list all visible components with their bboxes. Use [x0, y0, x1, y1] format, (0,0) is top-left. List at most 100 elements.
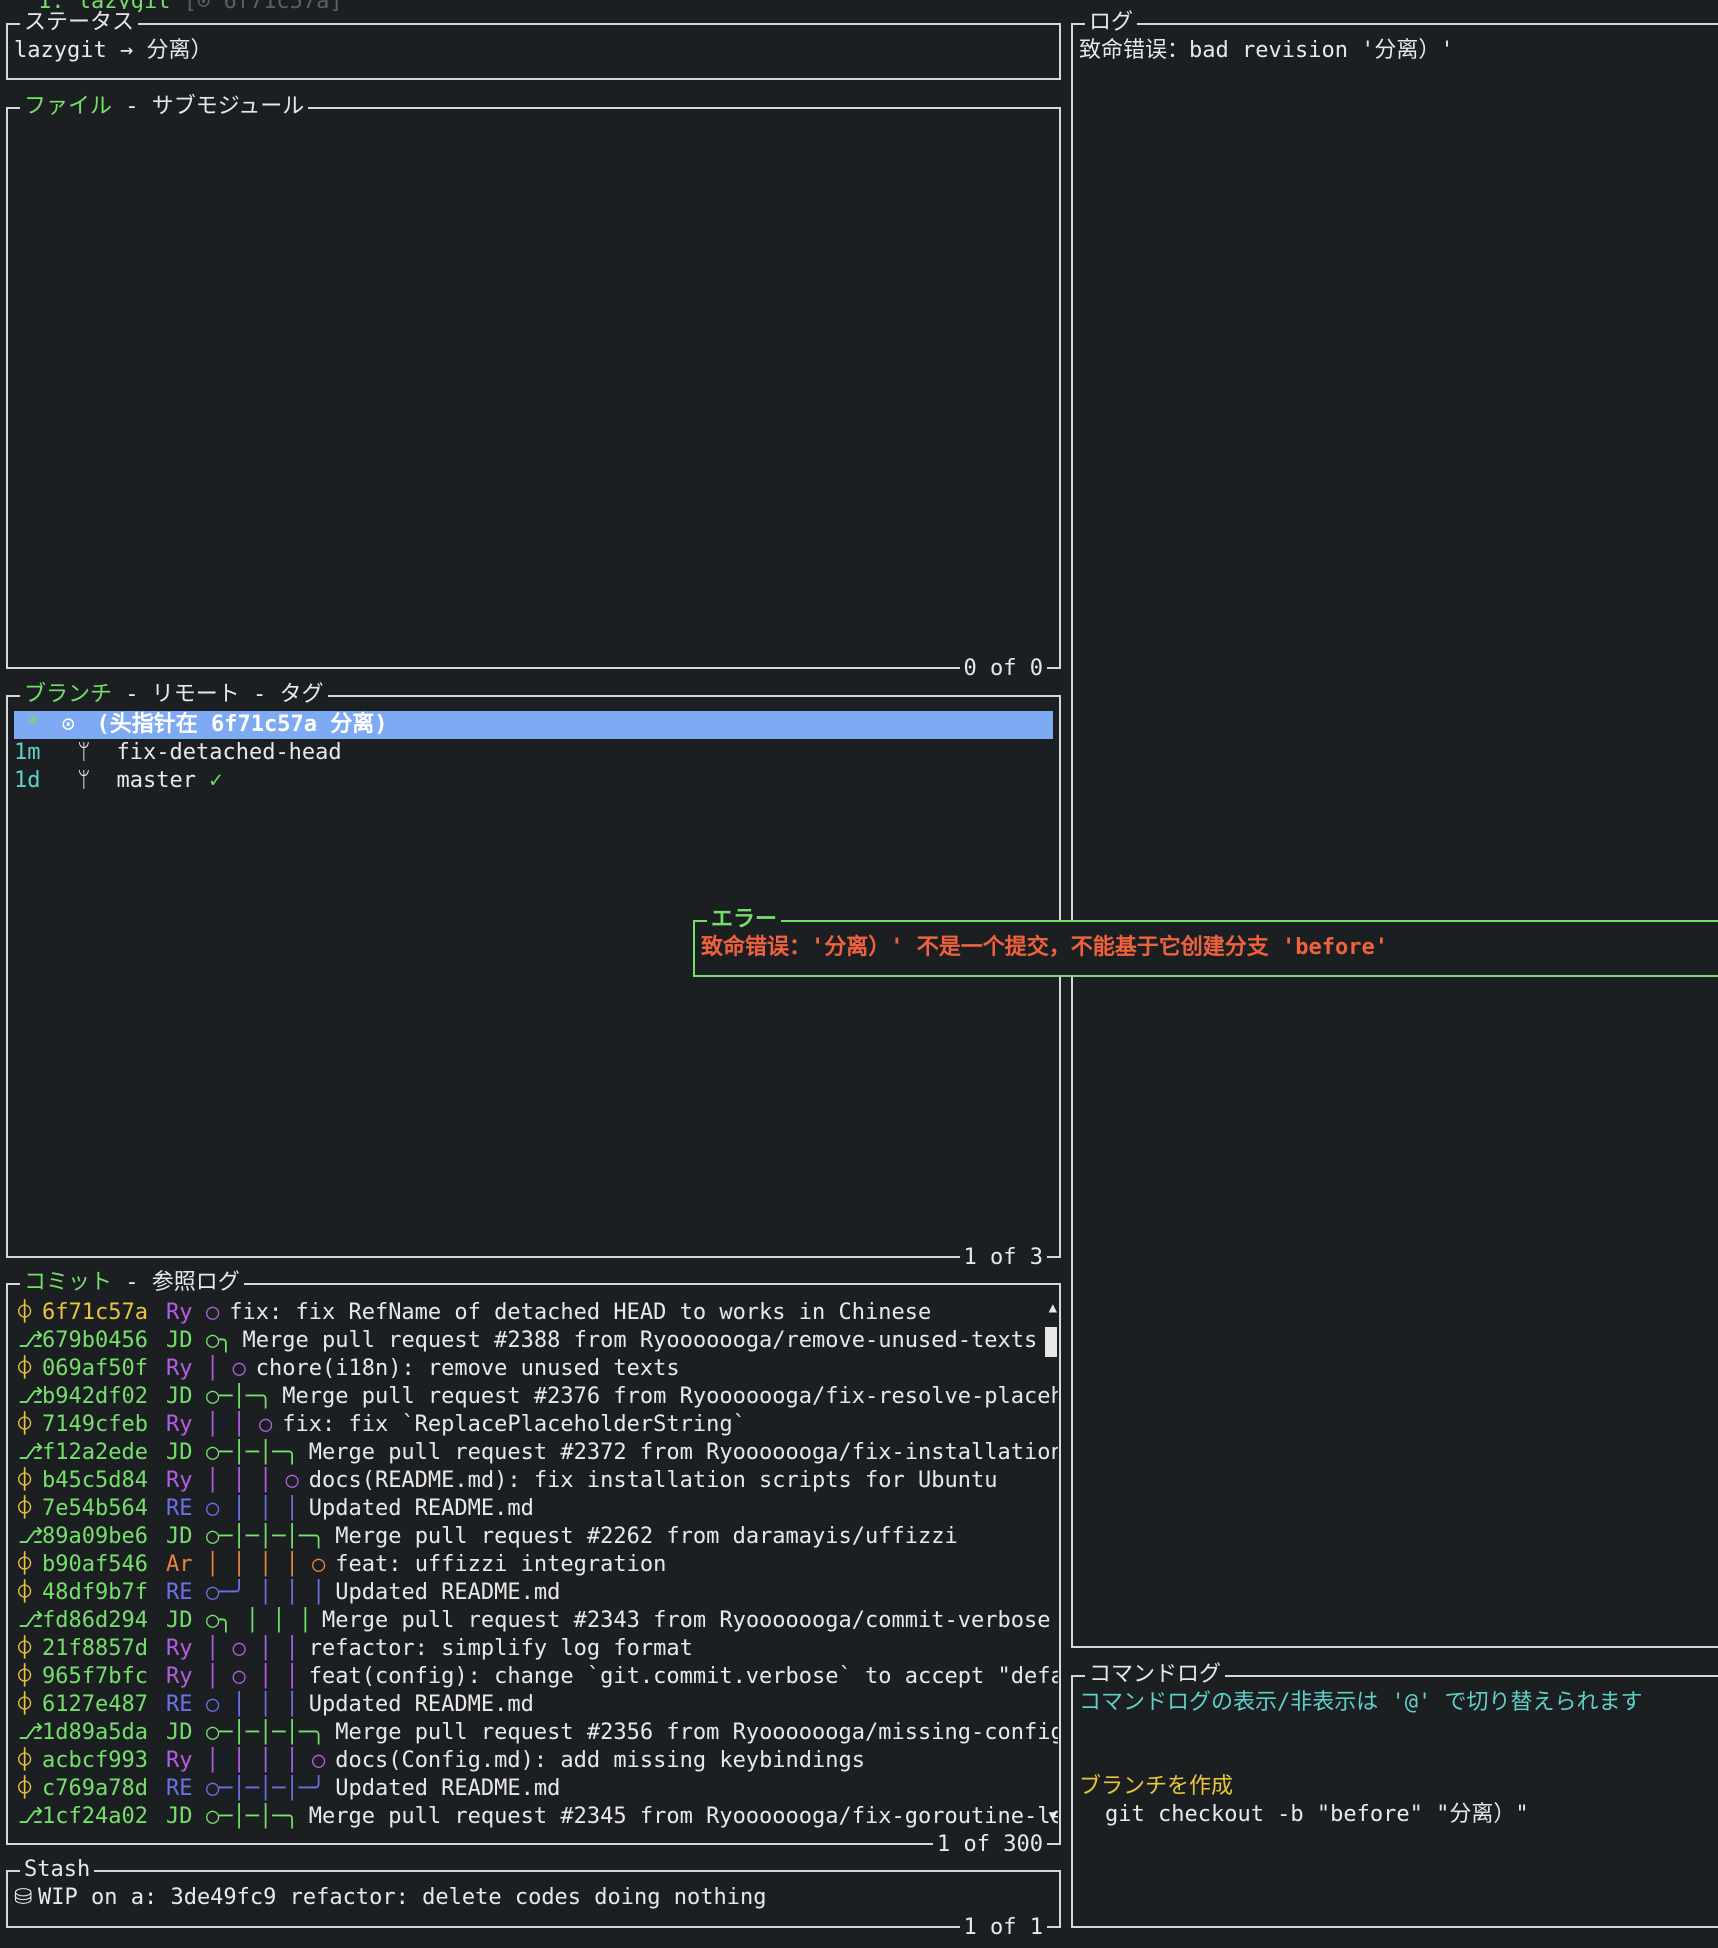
commit-row[interactable]: ⌽ 7e54b564 RE ○ │ │ │ Updated README.md: [18, 1495, 1058, 1523]
merge-commit-icon: ⎇: [18, 1524, 44, 1549]
tab-files[interactable]: ファイル: [24, 94, 112, 119]
commit-author: Ry: [166, 1468, 193, 1493]
commit-graph: │ ○: [206, 1356, 246, 1381]
commit-author: Ry: [166, 1300, 193, 1325]
commit-author: Ry: [166, 1748, 193, 1773]
stash-text: WIP on a: 3de49fc9 refactor: delete code…: [38, 1885, 767, 1910]
commit-row[interactable]: ⎇1cf24a02 JD ○─│─│─╮ Merge pull request #23…: [18, 1803, 1058, 1831]
commit-hash: 679b0456: [42, 1328, 148, 1353]
commit-message: Merge pull request #2343 from Ryooooooga…: [321, 1608, 1051, 1633]
scroll-down-icon[interactable]: ▼: [1049, 1809, 1057, 1823]
merge-commit-icon: ⎇: [18, 1328, 44, 1353]
commit-row[interactable]: ⎇f12a2ede JD ○─│─│─╮ Merge pull request #23…: [18, 1439, 1058, 1467]
commit-row[interactable]: ⎇b942df02 JD ○─│─╮ Merge pull request #2376…: [18, 1383, 1058, 1411]
commit-graph: │ ○ │ │: [206, 1664, 299, 1689]
commit-row[interactable]: ⌽ c769a78d RE ○─│─│─│─╯ Updated README.md: [18, 1775, 1058, 1803]
scroll-up-icon[interactable]: ▲: [1049, 1301, 1057, 1315]
commit-graph: ○─│─│─╮: [206, 1804, 299, 1829]
commit-row[interactable]: ⌽ 965f7bfc Ry │ ○ │ │ feat(config): change `…: [18, 1663, 1058, 1691]
branch-item-fix-detached-head[interactable]: 1m ᛘ fix-detached-head: [14, 739, 1053, 767]
commit-graph: ○─╯ │ │ │: [206, 1580, 326, 1605]
commit-author: Ry: [166, 1412, 193, 1437]
scrollbar-thumb[interactable]: [1045, 1327, 1057, 1357]
commit-author: RE: [166, 1580, 193, 1605]
commit-hash: 6127e487: [42, 1692, 148, 1717]
commit-message: Merge pull request #2372 from Ryooooooga…: [308, 1440, 1058, 1465]
commit-row[interactable]: ⌽ 21f8857d Ry │ ○ │ │ refactor: simplify log…: [18, 1635, 1058, 1663]
commit-row[interactable]: ⌽ 48df9b7f RE ○─╯ │ │ │ Updated README.md: [18, 1579, 1058, 1607]
branch-icon: ᛘ: [77, 740, 91, 765]
stash-panel[interactable]: Stash ⛁ WIP on a: 3de49fc9 refactor: dele…: [6, 1856, 1061, 1942]
commit-row[interactable]: ⌽ b45c5d84 Ry │ │ │ ○ docs(README.md): fix i…: [18, 1467, 1058, 1495]
commit-message: feat(config): change `git.commit.verbose…: [308, 1664, 1058, 1689]
files-panel[interactable]: ファイル - サブモジュール 0 of 0: [6, 93, 1061, 683]
merge-commit-icon: ⎇: [18, 1804, 44, 1829]
commit-row[interactable]: ⌽ 6127e487 RE ○ │ │ │ Updated README.md: [18, 1691, 1058, 1719]
commit-hash: 48df9b7f: [42, 1580, 148, 1605]
commit-hash: 7e54b564: [42, 1496, 148, 1521]
commit-message: fix: fix RefName of detached HEAD to wor…: [229, 1300, 932, 1325]
commit-row[interactable]: ⎇89a09be6 JD ○─│─│─│─╮ Merge pull request #…: [18, 1523, 1058, 1551]
command-log-title: コマンドログ: [1085, 1661, 1226, 1689]
commits-panel[interactable]: コミット - 参照ログ ⌽ 6f71c57a Ry ○ fix: fix RefName…: [6, 1269, 1061, 1859]
branch-item-detached[interactable]: * ⊙ (头指针在 6f71c57a 分离): [14, 711, 1053, 739]
commit-row[interactable]: ⎇679b0456 JD ○╮ Merge pull request #2388 fr…: [18, 1327, 1058, 1355]
commit-message: Updated README.md: [335, 1580, 561, 1605]
merge-commit-icon: ⎇: [18, 1384, 44, 1409]
stash-panel-title: Stash: [20, 1856, 95, 1884]
commit-icon: ⌽: [18, 1300, 32, 1325]
commit-row[interactable]: ⌽ acbcf993 Ry │ │ │ │ ○ docs(Config.md): add…: [18, 1747, 1058, 1775]
tab-submodules[interactable]: - サブモジュール: [112, 94, 304, 119]
stash-icon: ⛁: [14, 1885, 33, 1910]
commit-author: JD: [166, 1328, 193, 1353]
commit-graph: │ │ ○: [206, 1412, 273, 1437]
commit-row[interactable]: ⎇fd86d294 JD ○╮ │ │ │ Merge pull request #2…: [18, 1607, 1058, 1635]
commit-hash: f12a2ede: [42, 1440, 148, 1465]
branch-age: 1d: [14, 768, 41, 793]
commit-author: JD: [166, 1440, 193, 1465]
files-panel-title: ファイル - サブモジュール: [20, 93, 309, 121]
tab-reflog[interactable]: - 参照ログ: [112, 1270, 240, 1295]
command-log-panel[interactable]: コマンドログ コマンドログの表示/非表示は '@' で切り替えられます ブランチ…: [1071, 1661, 1718, 1928]
commit-row[interactable]: ⌽ b90af546 Ar │ │ │ │ ○ feat: uffizzi integr…: [18, 1551, 1058, 1579]
branch-age: 1m: [14, 740, 41, 765]
command-log-action: ブランチを作成: [1079, 1774, 1234, 1799]
files-footer: 0 of 0: [959, 655, 1047, 683]
branch-item-master[interactable]: 1d ᛘ master ✓: [14, 767, 1053, 795]
commits-footer: 1 of 300: [933, 1831, 1047, 1859]
tab-commits[interactable]: コミット: [24, 1270, 112, 1295]
log-panel[interactable]: ログ 致命错误：bad revision '分离）': [1071, 9, 1718, 1648]
commit-row[interactable]: ⌽ 7149cfeb Ry │ │ ○ fix: fix `ReplacePlaceho…: [18, 1411, 1058, 1439]
commit-message: Updated README.md: [308, 1496, 534, 1521]
commit-hash: 1d89a5da: [42, 1720, 148, 1745]
stash-item[interactable]: ⛁ WIP on a: 3de49fc9 refactor: delete cod…: [14, 1884, 1053, 1912]
status-panel[interactable]: ステータス lazygit → 分离）: [6, 9, 1061, 80]
commit-hash: b90af546: [42, 1552, 148, 1577]
commit-hash: b45c5d84: [42, 1468, 148, 1493]
branches-panel-title: ブランチ - リモート - タグ: [20, 681, 328, 709]
commit-graph: │ │ │ │ ○: [206, 1552, 326, 1577]
detached-head-icon: ⊙: [61, 712, 75, 737]
checkmark-icon: ✓: [209, 768, 223, 793]
stash-footer: 1 of 1: [959, 1914, 1047, 1942]
log-text: 致命错误：bad revision '分离）': [1079, 38, 1454, 63]
error-popup[interactable]: エラー 致命错误：'分离）' 不是一个提交，不能基于它创建分支 'before': [693, 906, 1718, 977]
branch-name: master: [116, 768, 196, 793]
commit-row[interactable]: ⌽ 6f71c57a Ry ○ fix: fix RefName of detached…: [18, 1299, 1058, 1327]
commit-message: docs(README.md): fix installation script…: [308, 1468, 998, 1493]
command-log-command: git checkout -b "before" "分离）": [1105, 1802, 1529, 1827]
commit-row[interactable]: ⌽ 069af50f Ry │ ○ chore(i18n): remove unused…: [18, 1355, 1058, 1383]
merge-commit-icon: ⎇: [18, 1608, 44, 1633]
tab-remotes-tags[interactable]: - リモート - タグ: [112, 682, 323, 707]
tab-branches[interactable]: ブランチ: [24, 682, 112, 707]
commit-author: RE: [166, 1692, 193, 1717]
commit-icon: ⌽: [18, 1552, 32, 1577]
commit-graph: │ ○ │ │: [206, 1636, 299, 1661]
command-log-hint: コマンドログの表示/非表示は '@' で切り替えられます: [1079, 1690, 1643, 1715]
commit-list[interactable]: ⌽ 6f71c57a Ry ○ fix: fix RefName of detached…: [8, 1299, 1058, 1843]
commit-row[interactable]: ⎇1d89a5da JD ○─│─│─│─╮ Merge pull request #…: [18, 1719, 1058, 1747]
commit-hash: 89a09be6: [42, 1524, 148, 1549]
window-tab-ref: [⊙ 6f71c57a]: [183, 0, 343, 14]
commit-message: Updated README.md: [335, 1776, 561, 1801]
commit-author: Ry: [166, 1664, 193, 1689]
